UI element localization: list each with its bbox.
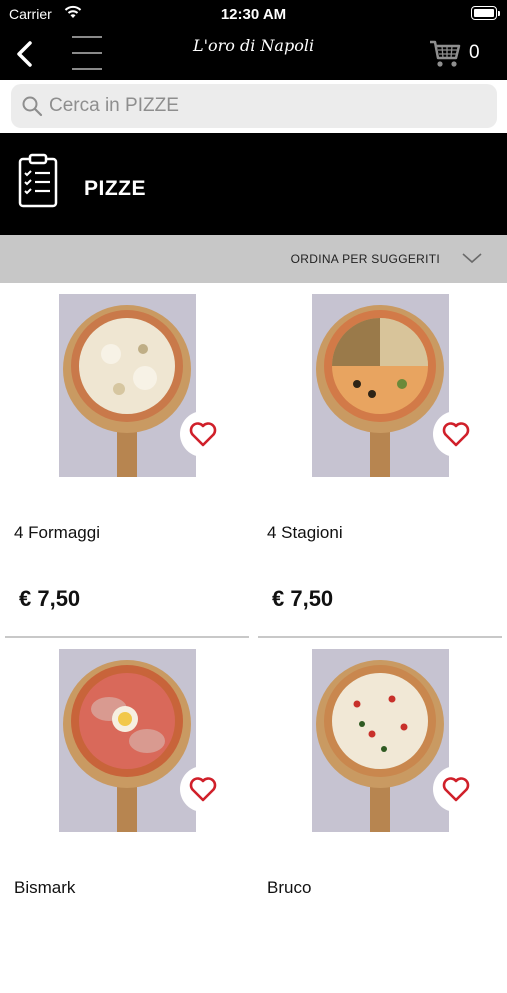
- favorite-button[interactable]: [180, 411, 226, 457]
- category-header: PIZZE: [0, 133, 507, 235]
- battery-icon: [471, 6, 500, 20]
- favorite-button[interactable]: [433, 411, 479, 457]
- clock: 12:30 AM: [220, 6, 287, 23]
- product-price: € 7,50: [19, 586, 81, 611]
- status-bar: Carrier 12:30 AM: [0, 0, 507, 28]
- category-title: PIZZE: [84, 177, 147, 200]
- product-image: [312, 649, 449, 832]
- product-name: 4 Formaggi: [14, 523, 100, 542]
- sort-dropdown[interactable]: ORDINA PER SUGGERITI: [0, 235, 507, 283]
- heart-icon: [189, 422, 217, 447]
- shopping-cart-icon[interactable]: [428, 36, 462, 70]
- product-name: Bruco: [267, 878, 312, 897]
- chevron-down-icon: [462, 253, 482, 264]
- heart-icon: [189, 777, 217, 802]
- clipboard-checklist-icon: [18, 153, 58, 208]
- nav-bar: L'oro di Napoli 0: [0, 28, 507, 80]
- favorite-button[interactable]: [180, 766, 226, 812]
- search-icon: [22, 96, 43, 117]
- product-card[interactable]: 4 Stagioni € 7,50: [258, 283, 502, 638]
- sort-label: ORDINA PER SUGGERITI: [290, 252, 440, 266]
- product-name: 4 Stagioni: [267, 523, 343, 542]
- product-price: € 7,50: [272, 586, 334, 611]
- product-card[interactable]: Bruco: [258, 638, 502, 993]
- search-bar: [0, 80, 507, 132]
- product-name: Bismark: [14, 878, 76, 897]
- product-image: [59, 649, 196, 832]
- product-image: [59, 294, 196, 477]
- cart-count: 0: [469, 42, 480, 63]
- heart-icon: [442, 422, 470, 447]
- product-image: [312, 294, 449, 477]
- heart-icon: [442, 777, 470, 802]
- favorite-button[interactable]: [433, 766, 479, 812]
- product-card[interactable]: 4 Formaggi € 7,50: [5, 283, 249, 638]
- search-input[interactable]: [47, 90, 491, 122]
- product-card[interactable]: Bismark: [5, 638, 249, 993]
- search-field[interactable]: [11, 84, 497, 128]
